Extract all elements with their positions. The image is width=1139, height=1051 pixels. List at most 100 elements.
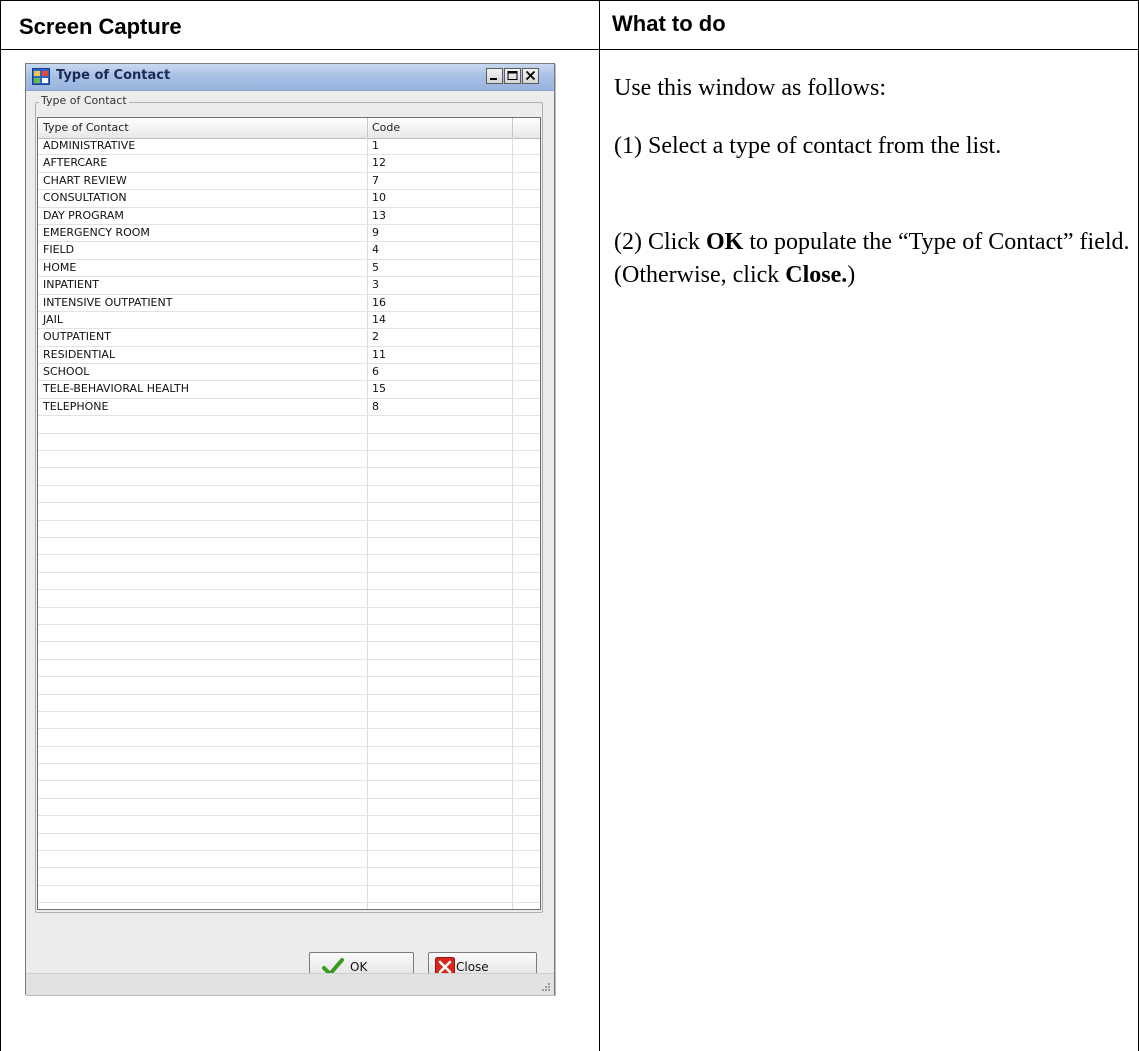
instruction-intro: Use this window as follows: (614, 75, 886, 101)
list-item[interactable]: RESIDENTIAL 11 (38, 347, 540, 365)
maximize-button[interactable] (504, 68, 521, 84)
contact-type-cell: CHART REVIEW (43, 173, 127, 187)
list-item-empty[interactable] (38, 781, 540, 799)
list-item-empty[interactable] (38, 695, 540, 712)
list-item[interactable]: SCHOOL 6 (38, 364, 540, 382)
list-item[interactable]: OUTPATIENT 2 (38, 329, 540, 347)
list-item-empty[interactable] (38, 573, 540, 591)
contact-type-cell: TELEPHONE (43, 399, 109, 413)
contact-type-cell: FIELD (43, 243, 75, 257)
instruction-step-1: (1) Select a type of contact from the li… (614, 133, 1002, 159)
step-2-close-word: Close. (785, 262, 848, 288)
list-item[interactable]: INPATIENT 3 (38, 277, 540, 295)
contact-code-cell: 5 (372, 260, 379, 274)
window-title: Type of Contact (56, 68, 171, 83)
instruction-step-2: (2) Click OK to populate the “Type of Co… (614, 226, 1134, 292)
contact-type-cell: ADMINISTRATIVE (43, 139, 136, 152)
contact-code-cell: 12 (372, 156, 386, 170)
list-item-empty[interactable] (38, 886, 540, 904)
contact-type-cell: CONSULTATION (43, 191, 127, 205)
list-item-empty[interactable] (38, 816, 540, 834)
contact-code-cell: 10 (372, 191, 386, 205)
step-2-prefix: (2) Click (614, 229, 706, 255)
list-item-empty[interactable] (38, 608, 540, 625)
ok-button-label: OK (350, 960, 368, 974)
contact-type-cell: INPATIENT (43, 278, 99, 292)
table-border-top (0, 0, 1139, 1)
list-item[interactable]: JAIL 14 (38, 312, 540, 330)
maximize-icon (507, 71, 518, 80)
titlebar-close-button[interactable] (522, 68, 539, 84)
window-titlebar[interactable]: Type of Contact (26, 64, 554, 91)
contact-code-cell: 16 (372, 295, 386, 309)
close-button-label: Close (456, 960, 489, 974)
table-border-left (0, 0, 1, 1051)
list-item[interactable]: CHART REVIEW 7 (38, 173, 540, 191)
column-header-code[interactable]: Code (372, 121, 400, 134)
minimize-icon (490, 78, 497, 80)
contact-code-cell: 3 (372, 278, 379, 292)
column-header-type[interactable]: Type of Contact (43, 121, 129, 134)
list-item-empty[interactable] (38, 764, 540, 782)
contact-code-cell: 6 (372, 365, 379, 379)
step-2-suffix: ) (847, 262, 856, 288)
contact-type-cell: HOME (43, 260, 77, 274)
contact-type-cell: TELE-BEHAVIORAL HEALTH (43, 382, 190, 396)
contact-type-list[interactable]: Type of Contact Code ADMINISTRATIVE 1 AFTE… (37, 117, 541, 910)
column-separator[interactable] (512, 118, 513, 138)
list-item-empty[interactable] (38, 747, 540, 765)
list-item[interactable]: FIELD 4 (38, 242, 540, 260)
column-separator[interactable] (367, 118, 368, 138)
contact-type-cell: INTENSIVE OUTPATIENT (43, 295, 173, 309)
table-column-divider (599, 0, 600, 1051)
list-item-empty[interactable] (38, 503, 540, 521)
list-item-empty[interactable] (38, 434, 540, 452)
contact-type-cell: RESIDENTIAL (43, 347, 116, 361)
list-item-empty[interactable] (38, 451, 540, 469)
list-item-empty[interactable] (38, 555, 540, 573)
list-item[interactable]: EMERGENCY ROOM 9 (38, 225, 540, 243)
list-item-empty[interactable] (38, 660, 540, 678)
list-item-empty[interactable] (38, 625, 540, 643)
close-icon (525, 70, 536, 81)
list-item-empty[interactable] (38, 486, 540, 504)
list-item[interactable]: CONSULTATION 10 (38, 190, 540, 208)
list-item-empty[interactable] (38, 834, 540, 852)
window-app-icon (32, 68, 50, 85)
contact-type-cell: JAIL (43, 312, 63, 326)
list-item-empty[interactable] (38, 851, 540, 869)
list-header: Type of Contact Code (38, 118, 540, 139)
contact-code-cell: 13 (372, 208, 386, 222)
contact-type-cell: EMERGENCY ROOM (43, 225, 150, 239)
resize-grip-icon[interactable] (541, 982, 551, 992)
list-item-empty[interactable] (38, 712, 540, 730)
list-item-empty[interactable] (38, 521, 540, 538)
column-header-screen-capture: Screen Capture (19, 14, 182, 39)
list-item[interactable]: AFTERCARE 12 (38, 155, 540, 173)
list-item-empty[interactable] (38, 416, 540, 434)
contact-type-cell: OUTPATIENT (43, 330, 111, 344)
list-item[interactable]: TELE-BEHAVIORAL HEALTH 15 (38, 381, 540, 399)
step-2-ok-word: OK (705, 229, 744, 255)
list-item[interactable]: INTENSIVE OUTPATIENT 16 (38, 295, 540, 312)
list-item-empty[interactable] (38, 642, 540, 660)
column-header-what-to-do: What to do (612, 11, 726, 36)
list-item-empty[interactable] (38, 799, 540, 817)
list-item[interactable]: HOME 5 (38, 260, 540, 278)
list-item-empty[interactable] (38, 677, 540, 695)
contact-code-cell: 15 (372, 382, 386, 396)
list-item-empty[interactable] (38, 868, 540, 886)
list-item[interactable]: ADMINISTRATIVE 1 (38, 138, 540, 156)
list-item-empty[interactable] (38, 538, 540, 556)
list-item[interactable]: DAY PROGRAM 13 (38, 208, 540, 225)
list-item-empty[interactable] (38, 590, 540, 608)
minimize-button[interactable] (486, 68, 503, 84)
contact-code-cell: 14 (372, 312, 386, 326)
status-bar (26, 973, 554, 995)
contact-code-cell: 7 (372, 173, 379, 187)
list-body: ADMINISTRATIVE 1 AFTERCARE 12 CHART REVIEW 7 C… (38, 138, 540, 904)
list-item-empty[interactable] (38, 468, 540, 486)
groupbox-label: Type of Contact (39, 94, 129, 107)
list-item[interactable]: TELEPHONE 8 (38, 399, 540, 417)
list-item-empty[interactable] (38, 729, 540, 747)
